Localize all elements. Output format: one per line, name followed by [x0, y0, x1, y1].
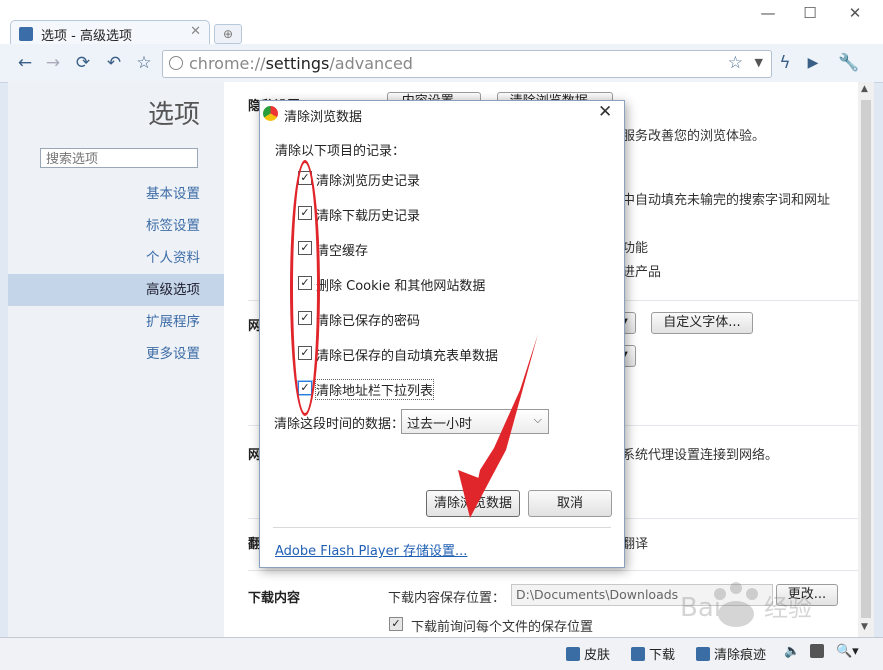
forward-icon[interactable]: → — [42, 53, 64, 73]
minimize-button[interactable]: — — [748, 4, 788, 22]
search-input-box[interactable] — [40, 148, 198, 168]
maximize-button[interactable]: ☐ — [790, 4, 830, 22]
svg-text:Bai: Bai — [680, 593, 721, 623]
scroll-up-icon[interactable]: ▲ — [861, 84, 868, 94]
watermark-logo: Bai 经验 — [680, 582, 812, 627]
close-tab-icon[interactable]: ✕ — [190, 24, 201, 39]
wrench-icon — [19, 27, 33, 41]
custom-font-button[interactable]: 自定义字体... — [651, 312, 753, 334]
privacy-text-3: 功能 — [622, 241, 649, 256]
dialog-close-icon[interactable]: ✕ — [598, 102, 612, 122]
annotation-arrow — [458, 334, 538, 518]
lightning-icon[interactable]: ϟ — [774, 53, 796, 73]
annotation-ellipse — [290, 160, 320, 416]
star-icon[interactable]: ☆ — [728, 53, 743, 73]
proxy-text: 系统代理设置连接到网络。 — [622, 448, 779, 463]
url-text: chrome://settings/advanced — [189, 54, 413, 73]
download-button[interactable]: 下载 — [631, 644, 675, 663]
skin-button[interactable]: 皮肤 — [566, 644, 610, 663]
back-icon[interactable]: ← — [14, 53, 36, 73]
downloads-title: 下载内容 — [248, 591, 301, 606]
bookmark-star-icon[interactable]: ☆ — [133, 53, 155, 73]
broom-icon — [696, 647, 710, 661]
download-icon — [631, 647, 645, 661]
flash-storage-link[interactable]: Adobe Flash Player 存储设置... — [275, 540, 467, 559]
ask-download-label: 下载前询问每个文件的保存位置 — [411, 620, 594, 635]
globe-icon — [169, 56, 183, 70]
sidebar-item-profile[interactable]: 个人资料 — [8, 242, 224, 274]
search-input[interactable] — [44, 151, 198, 168]
sidebar-item-basic[interactable]: 基本设置 — [8, 178, 224, 210]
chrome-logo-icon — [263, 106, 278, 121]
undo-icon[interactable]: ↶ — [103, 53, 125, 73]
privacy-text-4: 进产品 — [622, 265, 662, 280]
translate-text: 翻译 — [622, 537, 649, 552]
scrollbar-thumb[interactable] — [861, 100, 871, 618]
sidebar-title: 选项 — [148, 100, 201, 130]
svg-text:经验: 经验 — [764, 594, 812, 622]
skin-icon — [566, 647, 580, 661]
download-location-label: 下载内容保存位置： — [388, 591, 506, 606]
new-tab-button[interactable]: ⊕ — [214, 24, 242, 44]
sidebar-item-advanced[interactable]: 高级选项 — [8, 274, 224, 306]
tab-settings[interactable]: 选项 - 高级选项 ✕ — [10, 20, 210, 47]
privacy-text-1: 服务改善您的浏览体验。 — [622, 129, 766, 144]
reload-icon[interactable]: ⟳ — [72, 53, 94, 73]
dialog-heading: 清除以下项目的记录： — [275, 144, 406, 159]
sidebar-item-extensions[interactable]: 扩展程序 — [8, 306, 224, 338]
ask-download-checkbox[interactable]: ✓ — [389, 617, 403, 631]
wrench-menu-icon[interactable]: 🔧 — [838, 53, 860, 73]
tab-title: 选项 - 高级选项 — [41, 29, 132, 44]
dropdown-arrow-icon[interactable]: ▼ — [755, 56, 763, 69]
play-icon[interactable]: ▶ — [802, 53, 824, 73]
dialog-title: 清除浏览数据 — [284, 110, 363, 125]
scroll-down-icon[interactable]: ▼ — [861, 622, 868, 632]
sidebar-item-tabs[interactable]: 标签设置 — [8, 210, 224, 242]
address-bar[interactable]: chrome://settings/advanced ☆ ▼ — [162, 50, 772, 78]
sidebar-item-more[interactable]: 更多设置 — [8, 338, 224, 370]
dialog-divider — [273, 527, 611, 528]
time-range-label: 清除这段时间的数据： — [274, 417, 405, 432]
privacy-text-2: 中自动填充未输完的搜索字词和网址 — [622, 193, 831, 208]
close-window-button[interactable]: ✕ — [835, 4, 875, 22]
